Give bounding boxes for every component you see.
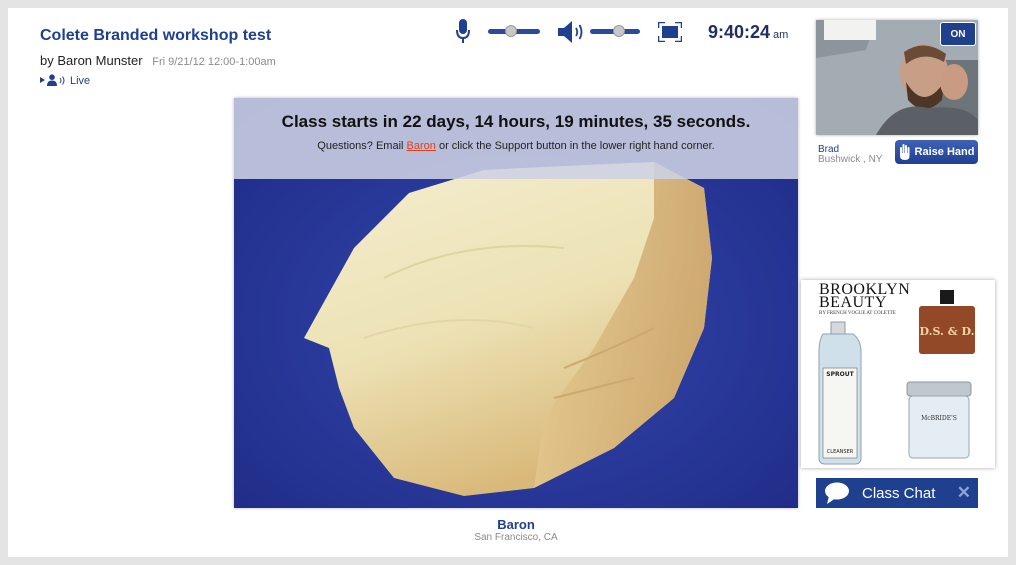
fullscreen-icon[interactable]	[658, 22, 682, 42]
bottle-label-type: CLEANSER	[827, 449, 854, 455]
close-icon[interactable]: ✕	[957, 483, 971, 503]
live-label: Live	[70, 74, 91, 87]
brooklyn-beauty-ad[interactable]: BROOKLYN BEAUTY BY FRENCH VOGUE AT COLET…	[801, 280, 995, 468]
class-chat-label: Class Chat	[862, 484, 936, 502]
app-frame: Colete Branded workshop test by Baron Mu…	[8, 8, 1008, 557]
webcam-feed: ON	[816, 20, 978, 135]
live-person-icon	[40, 74, 65, 86]
questions-text: Questions? Email Baron or click the Supp…	[234, 140, 798, 152]
hand-icon	[899, 144, 910, 160]
perfume-label: D.S. & D.	[920, 325, 975, 338]
clock: 9:40:24 am	[708, 22, 788, 43]
main-stage: Class starts in 22 days, 14 hours, 19 mi…	[234, 98, 798, 508]
class-chat-button[interactable]: Class Chat ✕	[816, 478, 978, 508]
live-indicator[interactable]: Live	[40, 74, 90, 87]
mic-slider-knob[interactable]	[505, 25, 518, 37]
class-date: Fri 9/21/12 12:00-1:00am	[152, 56, 276, 68]
presenter-name: Baron	[497, 517, 535, 532]
clock-ampm: am	[773, 29, 789, 41]
microphone-icon[interactable]	[456, 19, 470, 45]
volume-slider-knob[interactable]	[613, 25, 625, 37]
raise-hand-button[interactable]: Raise Hand	[895, 140, 978, 164]
ad-products-image: SPROUT CLEANSER D.S. & D. McBRIDE'S	[818, 290, 975, 465]
questions-prefix: Questions? Email	[317, 140, 407, 152]
byline: by Baron Munster Fri 9/21/12 12:00-1:00a…	[40, 53, 276, 68]
page-title: Colete Branded workshop test	[40, 27, 272, 44]
presenter-location: San Francisco, CA	[474, 532, 558, 543]
clock-time: 9:40:24	[708, 22, 771, 42]
viewer-location: Bushwick , NY	[818, 154, 883, 165]
chat-bubble-icon	[825, 482, 849, 504]
host-name: by Baron Munster	[40, 53, 143, 68]
countdown-banner: Class starts in 22 days, 14 hours, 19 mi…	[234, 98, 798, 179]
raise-hand-label: Raise Hand	[914, 146, 975, 158]
jar-label: McBRIDE'S	[921, 415, 957, 422]
bottle-label-brand: SPROUT	[826, 371, 854, 378]
speaker-icon[interactable]	[558, 21, 588, 43]
countdown-text: Class starts in 22 days, 14 hours, 19 mi…	[281, 112, 751, 131]
email-baron-link[interactable]: Baron	[407, 140, 436, 152]
questions-suffix: or click the Support button in the lower…	[435, 140, 715, 152]
camera-on-badge[interactable]: ON	[940, 22, 976, 46]
